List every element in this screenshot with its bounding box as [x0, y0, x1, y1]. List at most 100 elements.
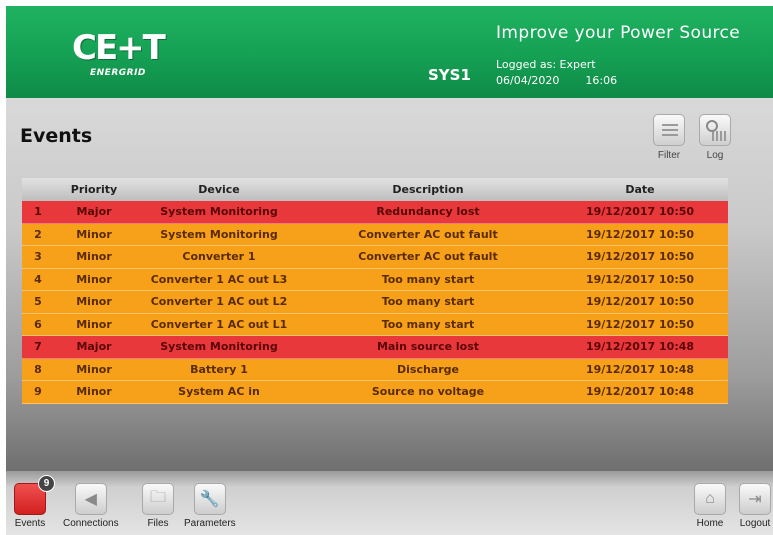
logged-as: Logged as: Expert [496, 58, 596, 71]
filter-label: Filter [657, 150, 681, 161]
row-number: 2 [34, 227, 42, 241]
nav-home-label: Home [696, 518, 724, 529]
row-description: Redundancy lost [376, 205, 480, 219]
log-icon[interactable] [699, 114, 731, 146]
bottom-nav: 9 Events ◀ Connections 🗀 Files 🔧 Paramet… [6, 471, 773, 535]
row-priority: Minor [76, 272, 112, 286]
nav-home[interactable]: ⌂ Home [694, 483, 726, 529]
folder-glyph: 🗀 [149, 488, 166, 506]
row-priority: Major [76, 205, 112, 219]
log-label: Log [706, 150, 724, 161]
home-glyph: ⌂ [705, 490, 715, 507]
connections-icon[interactable]: ◀ [74, 483, 107, 515]
row-description: Source no voltage [371, 385, 485, 399]
row-device: System Monitoring [160, 340, 278, 354]
nav-connections[interactable]: ◀ Connections [63, 483, 119, 529]
row-number: 5 [34, 295, 42, 309]
row-priority: Minor [76, 362, 112, 376]
col-description-header[interactable]: Description [304, 183, 552, 196]
logo-subtitle: ENERGRID [90, 68, 146, 78]
row-device: System Monitoring [160, 205, 278, 219]
row-number: 9 [34, 385, 42, 399]
row-priority: Minor [76, 385, 112, 399]
row-priority: Minor [76, 227, 112, 241]
row-device: Converter 1 AC out L3 [150, 272, 288, 286]
row-description: Too many start [381, 295, 475, 309]
date-time: 06/04/2020 16:06 [496, 74, 617, 87]
nav-files[interactable]: 🗀 Files [142, 483, 174, 529]
row-date: 19/12/2017 10:50 [585, 205, 695, 219]
table-row[interactable]: 5 Minor Converter 1 AC out L2 Too many s… [22, 291, 728, 314]
row-date: 19/12/2017 10:50 [585, 295, 695, 309]
row-date: 19/12/2017 10:50 [585, 272, 695, 286]
row-priority: Major [76, 340, 112, 354]
col-date-header[interactable]: Date [552, 183, 728, 196]
nav-logout-label: Logout [739, 518, 771, 529]
row-date: 19/12/2017 10:48 [585, 385, 695, 399]
wrench-glyph: 🔧 [199, 491, 220, 508]
row-number: 6 [34, 317, 42, 331]
row-priority: Minor [76, 295, 112, 309]
table-row[interactable]: 6 Minor Converter 1 AC out L1 Too many s… [22, 313, 728, 336]
row-description: Converter AC out fault [358, 227, 498, 241]
row-device: Converter 1 AC out L2 [150, 295, 288, 309]
row-number: 4 [34, 272, 42, 286]
row-number: 1 [34, 205, 42, 219]
nav-events[interactable]: 9 Events [14, 475, 55, 529]
system-name: SYS1 [428, 66, 471, 84]
row-description: Too many start [381, 272, 475, 286]
events-count-badge: 9 [38, 475, 55, 492]
table-row[interactable]: 2 Minor System Monitoring Converter AC o… [22, 223, 728, 246]
row-date: 19/12/2017 10:48 [585, 340, 695, 354]
table-row[interactable]: 9 Minor System AC in Source no voltage 1… [22, 381, 728, 404]
home-icon[interactable]: ⌂ [694, 483, 726, 515]
table-row[interactable]: 4 Minor Converter 1 AC out L3 Too many s… [22, 268, 728, 291]
logo-text: CE+T [72, 28, 166, 68]
row-device: System AC in [178, 385, 260, 399]
col-device-header[interactable]: Device [134, 183, 304, 196]
nav-connections-label: Connections [63, 518, 119, 529]
filter-button[interactable]: Filter [651, 114, 687, 161]
col-priority-header[interactable]: Priority [54, 183, 134, 196]
main-panel: Events Filter Log Priority Device Descri… [6, 98, 773, 471]
table-row[interactable]: 3 Minor Converter 1 Converter AC out fau… [22, 246, 728, 269]
row-device: Converter 1 [182, 250, 256, 264]
events-table: Priority Device Description Date 1 Major… [22, 178, 728, 404]
page-title: Events [20, 125, 93, 147]
row-description: Main source lost [376, 340, 480, 354]
log-button[interactable]: Log [697, 114, 733, 161]
row-number: 3 [34, 250, 42, 264]
tagline: Improve your Power Source [496, 23, 741, 43]
row-priority: Minor [76, 317, 112, 331]
row-description: Converter AC out fault [358, 250, 498, 264]
table-row[interactable]: 1 Major System Monitoring Redundancy los… [22, 201, 728, 224]
play-icon: ◀ [84, 491, 97, 508]
row-device: Converter 1 AC out L1 [150, 317, 288, 331]
row-number: 7 [34, 340, 42, 354]
row-date: 19/12/2017 10:48 [585, 362, 695, 376]
app-header: CE+T ENERGRID Improve your Power Source … [6, 6, 773, 98]
current-time: 16:06 [585, 74, 618, 87]
events-icon[interactable]: 9 [14, 475, 55, 515]
row-date: 19/12/2017 10:50 [585, 250, 695, 264]
table-row[interactable]: 8 Minor Battery 1 Discharge 19/12/2017 1… [22, 358, 728, 381]
filter-icon[interactable] [653, 114, 685, 146]
row-description: Discharge [397, 362, 459, 376]
table-header: Priority Device Description Date [22, 178, 728, 201]
folder-icon[interactable]: 🗀 [142, 483, 174, 515]
nav-parameters-label: Parameters [184, 518, 236, 529]
logout-icon[interactable]: ⇥ [739, 483, 771, 515]
row-priority: Minor [76, 250, 112, 264]
nav-logout[interactable]: ⇥ Logout [739, 483, 771, 529]
logout-glyph: ⇥ [748, 491, 762, 508]
table-row[interactable]: 7 Major System Monitoring Main source lo… [22, 336, 728, 359]
row-number: 8 [34, 362, 42, 376]
row-description: Too many start [381, 317, 475, 331]
cet-logo: CE+T ENERGRID [68, 26, 168, 86]
row-date: 19/12/2017 10:50 [585, 227, 695, 241]
row-device: Battery 1 [190, 362, 248, 376]
wrench-icon[interactable]: 🔧 [193, 483, 226, 515]
current-date: 06/04/2020 [496, 74, 560, 87]
row-date: 19/12/2017 10:50 [585, 317, 695, 331]
nav-parameters[interactable]: 🔧 Parameters [184, 483, 236, 529]
